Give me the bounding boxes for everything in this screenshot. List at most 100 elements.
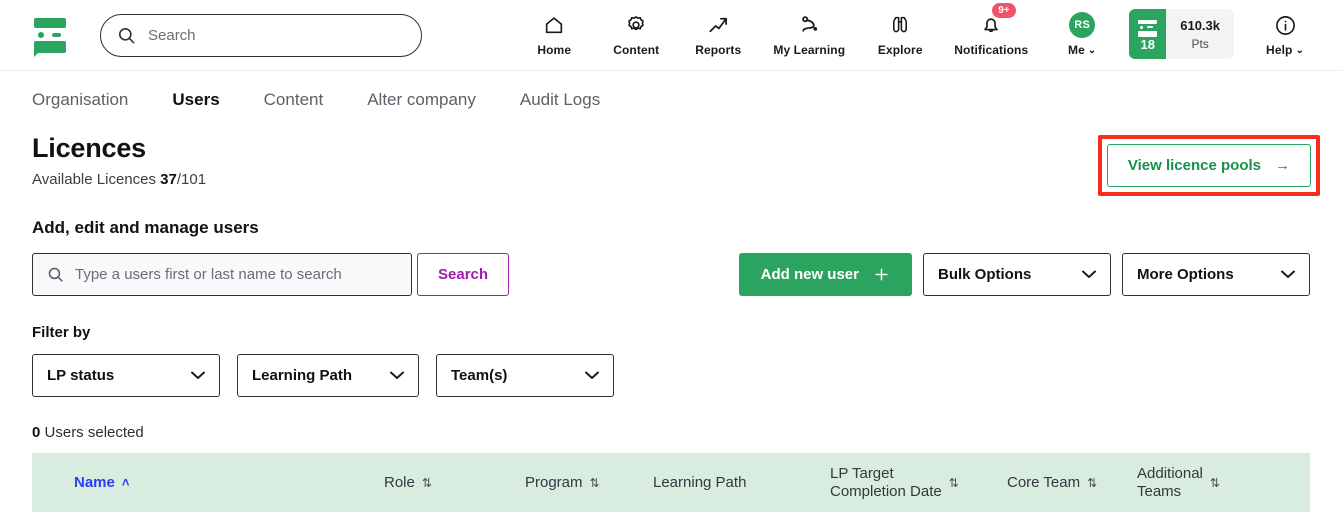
column-header-role[interactable]: Role ⇅ <box>384 474 525 491</box>
chevron-down-icon: ⌄ <box>1087 44 1097 56</box>
column-header-learning-path-label: Learning Path <box>653 474 747 491</box>
main-content: Licences Available Licences 37/101 View … <box>0 129 1342 512</box>
filter-teams-label: Team(s) <box>451 367 508 384</box>
binoculars-icon <box>888 13 912 37</box>
manage-users-heading: Add, edit and manage users <box>32 218 259 237</box>
nav-label-help: Help ⌄ <box>1266 43 1304 57</box>
users-selected-label: Users selected <box>44 424 144 441</box>
user-search-input[interactable]: Type a users first or last name to searc… <box>32 253 412 296</box>
available-licences: Available Licences 37/101 <box>32 171 206 188</box>
sort-icon: ⇅ <box>421 475 432 490</box>
nav-label-content: Content <box>613 43 660 57</box>
tab-organisation[interactable]: Organisation <box>32 90 128 110</box>
chevron-down-icon <box>191 371 205 380</box>
nav-label-notifications: Notifications <box>954 43 1029 57</box>
nav-item-home[interactable]: Home <box>513 9 595 57</box>
brand-logo[interactable] <box>30 14 70 57</box>
gear-icon <box>625 13 647 37</box>
more-options-label: More Options <box>1137 266 1234 283</box>
trending-arrow-icon <box>707 13 730 37</box>
add-new-user-button[interactable]: Add new user <box>738 253 912 296</box>
column-header-addteams-line2: Teams <box>1137 482 1182 500</box>
search-button[interactable]: Search <box>417 253 510 296</box>
nav-label-explore: Explore <box>877 43 923 57</box>
sort-icon: ⇅ <box>1087 475 1098 490</box>
filter-lp-status-dropdown[interactable]: LP status <box>32 354 220 397</box>
user-action-buttons: Add new user Bulk Options More Options <box>738 253 1310 296</box>
bell-icon: 9+ <box>980 3 1016 37</box>
more-options-dropdown[interactable]: More Options <box>1122 253 1310 296</box>
users-table: Name ˄ Role ⇅ Program ⇅ Learning Path LP… <box>32 453 1310 512</box>
nav-item-help[interactable]: Help ⌄ <box>1244 9 1326 57</box>
column-header-additional-teams[interactable]: Additional Teams ⇅ <box>1137 465 1267 500</box>
sort-icon: ⇅ <box>948 475 959 490</box>
notification-badge: 9+ <box>992 3 1016 18</box>
sort-asc-icon: ˄ <box>121 475 130 490</box>
bulk-options-label: Bulk Options <box>938 266 1032 283</box>
brand-mark-small <box>1138 19 1158 37</box>
avatar: RS <box>1069 12 1096 38</box>
available-licences-total: /101 <box>176 171 207 188</box>
users-selected-count: 0 <box>32 424 41 441</box>
home-icon <box>543 13 565 37</box>
tab-audit-logs[interactable]: Audit Logs <box>520 90 600 110</box>
filter-learning-path-dropdown[interactable]: Learning Path <box>237 354 419 397</box>
points-value-panel: 610.3k Pts <box>1166 9 1234 59</box>
filter-by-heading: Filter by <box>32 324 91 341</box>
points-value: 610.3k <box>1180 17 1220 33</box>
tab-users[interactable]: Users <box>172 90 219 110</box>
column-header-role-label: Role <box>384 474 415 491</box>
nav-item-notifications[interactable]: 9+ Notifications <box>941 3 1041 57</box>
nav-item-my-learning[interactable]: My Learning <box>759 9 859 57</box>
column-header-lptcd-line2: Completion Date <box>830 482 942 500</box>
user-search-placeholder: Type a users first or last name to searc… <box>75 266 342 283</box>
sort-icon: ⇅ <box>1209 475 1220 490</box>
column-header-program[interactable]: Program ⇅ <box>525 474 653 491</box>
arrow-right-icon: → <box>1275 157 1290 174</box>
chevron-down-icon: ⌄ <box>1295 44 1304 56</box>
column-header-lp-target-completion-date[interactable]: LP Target Completion Date ⇅ <box>830 465 1007 500</box>
filter-dropdowns: LP status Learning Path Team(s) <box>32 354 1310 397</box>
global-header: Search Home Content Reports My Learning … <box>0 0 1342 80</box>
nav-label-home: Home <box>537 43 572 57</box>
filter-teams-dropdown[interactable]: Team(s) <box>436 354 614 397</box>
tab-alter-company[interactable]: Alter company <box>367 90 476 110</box>
search-icon <box>47 266 64 283</box>
add-new-user-label: Add new user <box>760 266 859 283</box>
column-header-core-team[interactable]: Core Team ⇅ <box>1007 474 1137 491</box>
nav-item-reports[interactable]: Reports <box>677 9 759 57</box>
view-licence-pools-label: View licence pools <box>1127 157 1261 174</box>
filter-lp-status-label: LP status <box>47 367 115 384</box>
available-licences-label: Available Licences <box>32 171 156 188</box>
nav-label-me-text: Me <box>1068 43 1085 57</box>
column-header-core-team-label: Core Team <box>1007 474 1081 491</box>
bulk-options-dropdown[interactable]: Bulk Options <box>923 253 1111 296</box>
page-title: Licences <box>32 133 146 163</box>
nav-label-reports: Reports <box>695 43 742 57</box>
chevron-down-icon <box>1281 270 1295 279</box>
filter-learning-path-label: Learning Path <box>252 367 353 384</box>
points-badge[interactable]: 18 610.3k Pts <box>1129 9 1234 59</box>
view-licence-pools-button[interactable]: View licence pools → <box>1106 144 1311 187</box>
available-licences-count: 37 <box>160 171 177 188</box>
search-icon <box>117 26 136 45</box>
global-search-input[interactable]: Search <box>100 13 422 57</box>
nav-label-my-learning: My Learning <box>773 43 846 57</box>
column-header-lptcd-line1: LP Target <box>830 465 894 483</box>
chevron-down-icon <box>390 371 404 380</box>
avatar-initials: RS <box>1069 12 1096 38</box>
user-tools-row: Type a users first or last name to searc… <box>32 253 1310 296</box>
column-header-program-label: Program <box>525 474 583 491</box>
chevron-down-icon <box>585 371 599 380</box>
nav-item-explore[interactable]: Explore <box>859 9 941 57</box>
path-pin-icon <box>798 13 821 37</box>
nav-item-me[interactable]: RS Me ⌄ <box>1041 9 1123 57</box>
points-level-number: 18 <box>1140 36 1155 52</box>
nav-label-me: Me ⌄ <box>1068 43 1096 57</box>
tab-content[interactable]: Content <box>264 90 324 110</box>
points-unit: Pts <box>1191 36 1209 51</box>
column-header-name[interactable]: Name ˄ <box>74 474 384 491</box>
nav-label-help-text: Help <box>1266 43 1293 57</box>
sort-icon: ⇅ <box>589 475 600 490</box>
nav-item-content[interactable]: Content <box>595 9 677 57</box>
